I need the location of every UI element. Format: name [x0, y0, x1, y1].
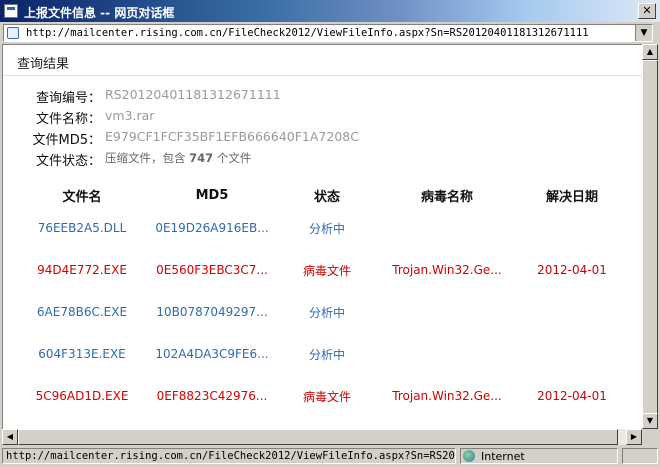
scroll-down-icon[interactable]: ▼: [642, 413, 658, 429]
cell-date: 2012-04-01: [537, 389, 607, 403]
scroll-left-icon[interactable]: ◀: [2, 429, 18, 445]
window-titlebar[interactable]: 上报文件信息 -- 网页对话框 ✕: [0, 0, 660, 22]
cell-date: [517, 291, 627, 333]
cell-status: 分析中: [308, 221, 345, 236]
status-prefix: 压缩文件，包含: [105, 151, 186, 165]
cell-date: [517, 333, 627, 375]
cell-status: 分析中: [308, 347, 345, 362]
section-header: 查询结果: [3, 45, 643, 76]
status-label: 文件状态：: [35, 154, 101, 169]
table-row: 76EEB2A5.DLL 0E19D26A916EB... 分析中: [17, 207, 627, 249]
cell-virus-name: [377, 291, 517, 333]
status-url: http://mailcenter.rising.com.cn/FileChec…: [2, 448, 456, 464]
cell-md5: 10B0787049297...: [156, 305, 268, 319]
cell-virus-name: Trojan.Win32.Ge...: [392, 263, 502, 277]
header-md5: MD5: [195, 187, 229, 203]
page-viewport: 查询结果 查询编号： RS20120401181312671111 文件名称： …: [2, 44, 643, 430]
cell-status: 病毒文件: [302, 263, 351, 278]
horizontal-scrollbar[interactable]: ◀ ▶: [2, 429, 642, 445]
header-virus-name: 病毒名称: [420, 189, 473, 205]
cell-date: [517, 207, 627, 249]
cell-filename: 94D4E772.EXE: [37, 263, 127, 277]
cell-date: 2012-04-01: [537, 263, 607, 277]
status-suffix: 个文件: [216, 151, 252, 165]
filename-value: vm3.rar: [105, 108, 155, 123]
horizontal-scroll-thumb[interactable]: [18, 429, 618, 445]
info-row-md5: 文件MD5： E979CF1FCF35BF1EFB666640F1A7208C: [29, 129, 629, 150]
window-title: 上报文件信息 -- 网页对话框: [24, 6, 175, 20]
table-row: 6AE78B6C.EXE 10B0787049297... 分析中: [17, 291, 627, 333]
results-table: 文件名 MD5 状态 病毒名称 解决日期 76EEB2A5.DLL 0E19D2…: [17, 183, 627, 417]
info-row-filename: 文件名称： vm3.rar: [29, 108, 629, 129]
cell-virus-name: [377, 333, 517, 375]
zone-label: Internet: [481, 450, 525, 463]
cell-filename: 6AE78B6C.EXE: [36, 305, 128, 319]
dialog-icon: [4, 4, 18, 18]
address-dropdown-button[interactable]: ▼: [635, 25, 652, 41]
cell-md5: 102A4DA3C9FE6...: [155, 347, 269, 361]
cell-status: 病毒文件: [302, 389, 351, 404]
cell-filename: 5C96AD1D.EXE: [35, 389, 129, 403]
table-row: 604F313E.EXE 102A4DA3C9FE6... 分析中: [17, 333, 627, 375]
header-filename: 文件名: [62, 189, 102, 205]
address-bar: http://mailcenter.rising.com.cn/FileChec…: [0, 22, 660, 44]
section-title: 查询结果: [17, 57, 70, 72]
md5-value: E979CF1FCF35BF1EFB666640F1A7208C: [105, 129, 359, 144]
address-field[interactable]: http://mailcenter.rising.com.cn/FileChec…: [3, 24, 653, 42]
filename-label: 文件名称：: [35, 112, 101, 127]
close-button[interactable]: ✕: [638, 3, 656, 19]
page-icon: [7, 27, 19, 39]
info-row-status: 文件状态： 压缩文件，包含 747 个文件: [29, 150, 629, 171]
cell-virus-name: Trojan.Win32.Ge...: [392, 389, 502, 403]
table-header-row: 文件名 MD5 状态 病毒名称 解决日期: [17, 183, 627, 207]
header-resolve-date: 解决日期: [545, 189, 598, 205]
globe-icon: [463, 450, 475, 462]
scroll-corner: [642, 429, 658, 445]
table-row: 94D4E772.EXE 0E560F3EBC3C7... 病毒文件 Troja…: [17, 249, 627, 291]
md5-label: 文件MD5：: [32, 133, 102, 148]
table-row: 5C96AD1D.EXE 0EF8823C42976... 病毒文件 Troja…: [17, 375, 627, 417]
resize-grip[interactable]: [622, 448, 658, 464]
status-value: 压缩文件，包含 747 个文件: [105, 150, 251, 166]
cell-filename: 76EEB2A5.DLL: [37, 221, 127, 235]
vertical-scrollbar[interactable]: ▲ ▼: [642, 44, 658, 429]
security-zone: Internet: [460, 448, 618, 464]
cell-md5: 0EF8823C42976...: [156, 389, 268, 403]
cell-virus-name: [377, 207, 517, 249]
status-bar: http://mailcenter.rising.com.cn/FileChec…: [0, 446, 660, 467]
cell-md5: 0E560F3EBC3C7...: [156, 263, 268, 277]
scroll-up-icon[interactable]: ▲: [642, 44, 658, 60]
cell-status: 分析中: [308, 305, 345, 320]
status-count: 747: [189, 151, 214, 165]
cell-filename: 604F313E.EXE: [38, 347, 126, 361]
file-info: 查询编号： RS20120401181312671111 文件名称： vm3.r…: [29, 87, 629, 171]
info-row-serial: 查询编号： RS20120401181312671111: [29, 87, 629, 108]
header-status: 状态: [313, 189, 340, 205]
serial-label: 查询编号：: [35, 91, 101, 106]
address-url: http://mailcenter.rising.com.cn/FileChec…: [26, 27, 589, 39]
serial-value: RS20120401181312671111: [105, 87, 281, 102]
vertical-scroll-thumb[interactable]: [642, 60, 658, 415]
cell-md5: 0E19D26A916EB...: [155, 221, 269, 235]
scroll-right-icon[interactable]: ▶: [626, 429, 642, 445]
